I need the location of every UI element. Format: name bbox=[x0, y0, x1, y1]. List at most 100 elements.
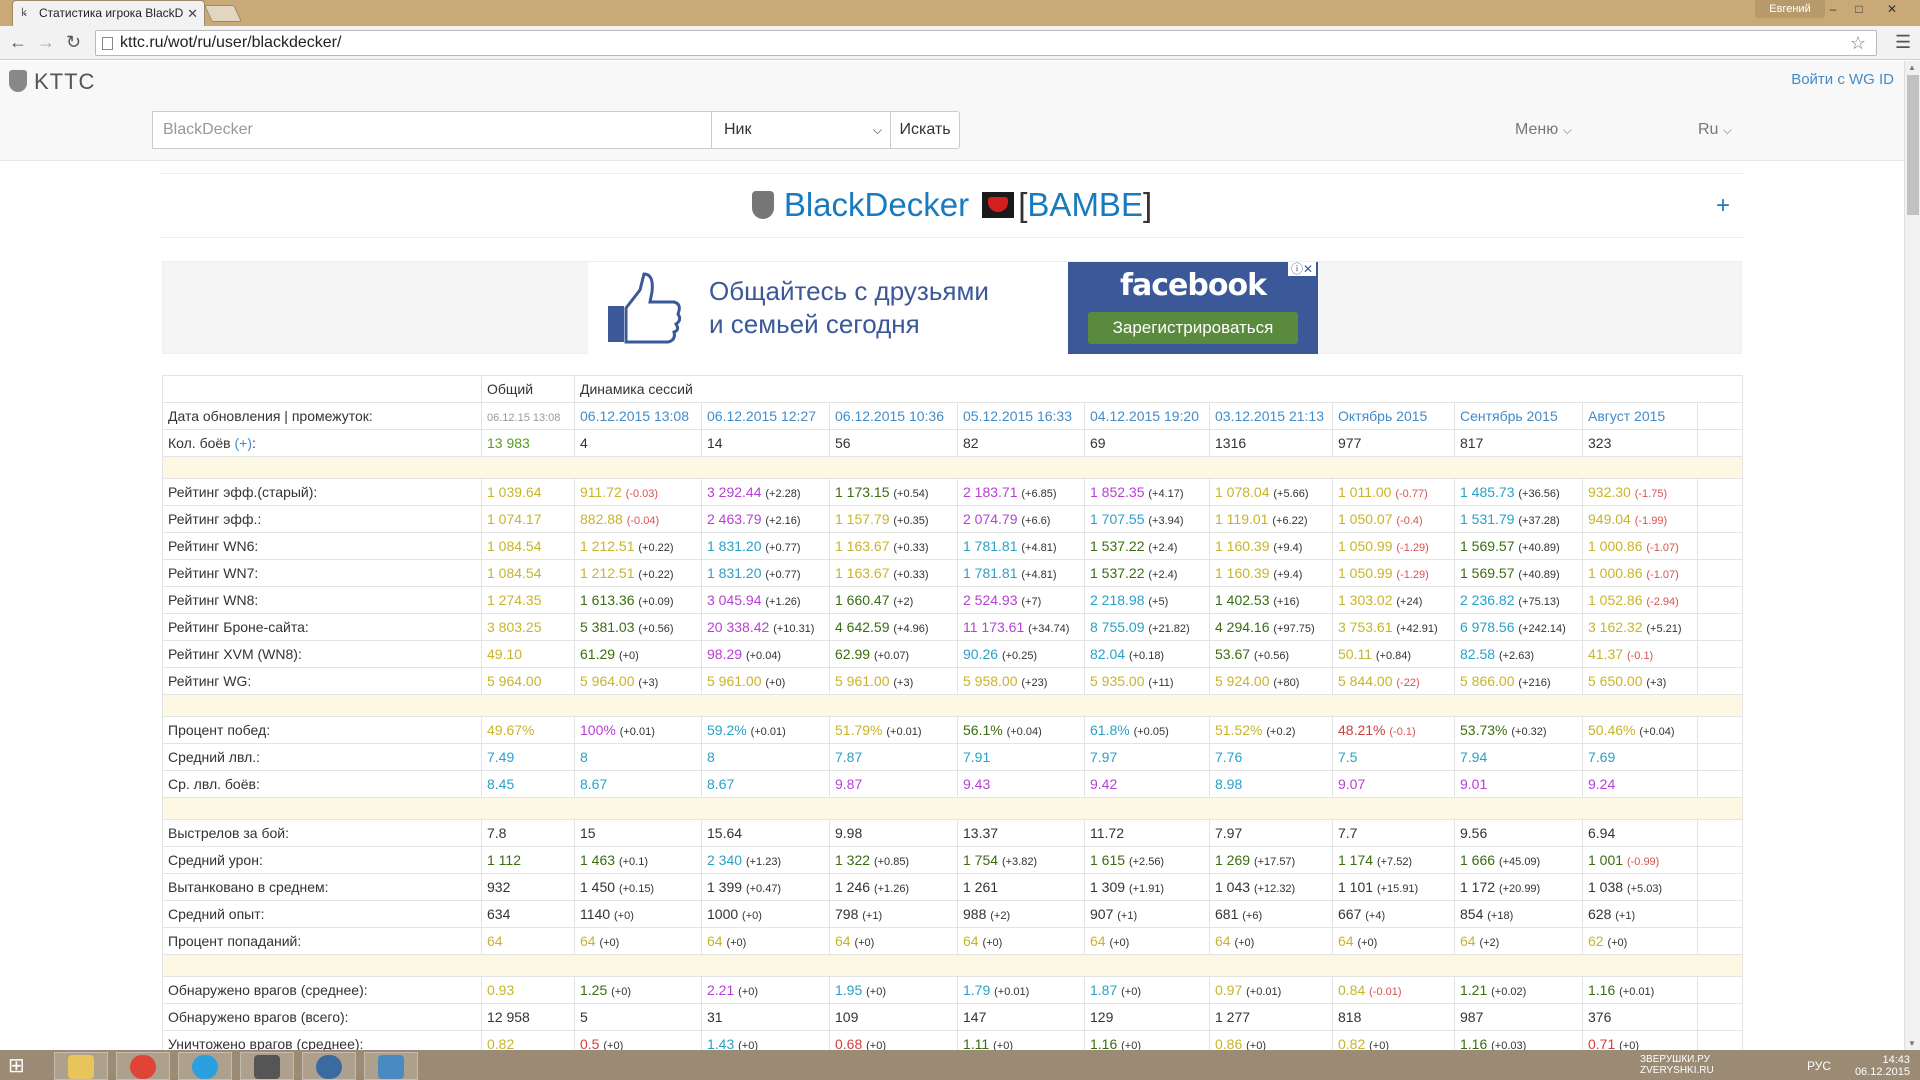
language-dropdown[interactable]: Ru ⌵ bbox=[1698, 121, 1732, 139]
add-player-button[interactable]: + bbox=[1716, 192, 1730, 220]
stat-value: 7.8 bbox=[487, 825, 507, 841]
stat-value: 8 bbox=[707, 749, 715, 765]
stat-value[interactable]: 06.12.2015 12:27 bbox=[707, 408, 816, 424]
scrollbar-thumb[interactable] bbox=[1907, 75, 1919, 215]
stat-delta: (+45.09) bbox=[1498, 856, 1541, 868]
language-label: Ru bbox=[1698, 121, 1719, 138]
stat-delta: (+4.81) bbox=[1021, 542, 1057, 554]
separator-cell bbox=[162, 954, 1743, 977]
ad-content[interactable]: Общайтесь с друзьями и семьей сегодня fac… bbox=[588, 262, 1318, 354]
ad-close-icon[interactable]: ⓘ✕ bbox=[1288, 262, 1316, 276]
stat-delta: (+0.2) bbox=[1266, 726, 1296, 738]
stat-value: 628 bbox=[1588, 906, 1612, 922]
stat-cell: 1.21 (+0.02) bbox=[1454, 976, 1583, 1004]
stat-cell: 50.46% (+0.04) bbox=[1582, 716, 1698, 744]
facebook-panel[interactable]: facebook Зарегистрироваться ⓘ✕ bbox=[1068, 262, 1318, 354]
row-label-text: Процент побед: bbox=[168, 722, 271, 738]
stat-value: 50.46% bbox=[1588, 722, 1636, 738]
reload-icon[interactable]: ↻ bbox=[66, 32, 81, 53]
stat-value: 5 961.00 bbox=[835, 673, 890, 689]
table-row: Выстрелов за бой: 7.8 15 15.64 9.98 13.37 11.7… bbox=[162, 819, 1743, 847]
search-type-select[interactable]: Ник ⌵ bbox=[711, 111, 891, 149]
windows-taskbar: ⊞ ЗВЕРУШКИ.РУ ZVERYSHKI.RU РУС 14:43 06.1… bbox=[0, 1050, 1920, 1080]
stat-cell: 59.2% (+0.01) bbox=[701, 716, 830, 744]
stat-cell: 64 (+0) bbox=[1209, 927, 1333, 955]
taskbar-chrome[interactable] bbox=[116, 1052, 170, 1080]
window-close-button[interactable]: ✕ bbox=[1872, 0, 1912, 18]
stat-delta: (+0.15) bbox=[618, 883, 655, 895]
input-language[interactable]: РУС bbox=[1807, 1059, 1831, 1073]
player-name[interactable]: BlackDecker bbox=[784, 186, 969, 223]
address-bar[interactable]: kttc.ru/wot/ru/user/blackdecker/ ☆ bbox=[95, 30, 1877, 56]
folder-icon bbox=[68, 1055, 94, 1079]
stat-value: 56 bbox=[835, 435, 851, 451]
stat-delta: (+0.02) bbox=[1491, 986, 1527, 998]
taskbar-teamspeak[interactable] bbox=[302, 1052, 356, 1080]
wg-login-link[interactable]: Войти с WG ID bbox=[1791, 71, 1894, 88]
stat-delta: (+2.4) bbox=[1148, 569, 1178, 581]
scroll-down-icon[interactable]: ▼ bbox=[1908, 1039, 1916, 1048]
stat-value: 9.98 bbox=[835, 825, 863, 841]
stat-value[interactable]: Октябрь 2015 bbox=[1338, 408, 1427, 424]
stat-delta: (+216) bbox=[1518, 677, 1551, 689]
stat-delta: (+0.1) bbox=[618, 856, 648, 868]
taskbar-explorer[interactable] bbox=[54, 1052, 108, 1080]
stat-cell: 82.04 (+0.18) bbox=[1084, 640, 1210, 668]
stat-value[interactable]: Август 2015 bbox=[1588, 408, 1665, 424]
row-label: Выстрелов за бой: bbox=[162, 819, 482, 847]
register-button[interactable]: Зарегистрироваться bbox=[1088, 312, 1298, 344]
expand-battles-link[interactable]: (+) bbox=[235, 435, 253, 451]
row-label-text: Рейтинг Броне-сайта: bbox=[168, 619, 309, 635]
minimize-button[interactable]: – bbox=[1820, 0, 1846, 18]
stat-value[interactable]: Сентябрь 2015 bbox=[1460, 408, 1558, 424]
stat-delta: (+15.91) bbox=[1376, 883, 1419, 895]
profile-badge[interactable]: Евгений bbox=[1755, 0, 1825, 18]
stat-cell: 1 160.39 (+9.4) bbox=[1209, 532, 1333, 560]
stat-delta: (-2.94) bbox=[1646, 596, 1679, 608]
stat-cell: 03.12.2015 21:13 bbox=[1209, 402, 1333, 430]
stat-cell: 2 074.79 (+6.6) bbox=[957, 505, 1085, 533]
search-input[interactable]: BlackDecker bbox=[152, 111, 712, 149]
stat-value[interactable]: 04.12.2015 19:20 bbox=[1090, 408, 1199, 424]
back-arrow-icon[interactable]: ← bbox=[9, 32, 27, 53]
stat-cell: 949.04 (-1.99) bbox=[1582, 505, 1698, 533]
row-label-text: Средний урон: bbox=[168, 852, 263, 868]
stat-delta: (+34.74) bbox=[1028, 623, 1070, 635]
taskbar-photos[interactable] bbox=[364, 1052, 418, 1080]
site-logo[interactable]: KTTC bbox=[9, 69, 95, 95]
stat-cell: 2 524.93 (+7) bbox=[957, 586, 1085, 614]
stat-cell: 817 bbox=[1454, 429, 1583, 457]
taskbar-skype[interactable] bbox=[178, 1052, 232, 1080]
browser-menu-icon[interactable]: ☰ bbox=[1895, 32, 1911, 53]
windows-start-icon[interactable]: ⊞ bbox=[8, 1055, 38, 1077]
search-button[interactable]: Искать bbox=[890, 111, 960, 149]
stat-value: 1 163.67 bbox=[835, 565, 890, 581]
maximize-button[interactable]: □ bbox=[1846, 0, 1872, 18]
stat-cell: 48.21% (-0.1) bbox=[1332, 716, 1455, 744]
taskbar-wot[interactable] bbox=[240, 1052, 294, 1080]
stat-value: 1.25 bbox=[580, 982, 608, 998]
system-clock[interactable]: 14:43 06.12.2015 bbox=[1855, 1054, 1910, 1078]
teamspeak-icon bbox=[316, 1055, 342, 1079]
scroll-up-icon[interactable]: ▲ bbox=[1908, 63, 1916, 72]
tab-close-icon[interactable]: ✕ bbox=[187, 1, 198, 26]
forward-arrow-icon[interactable]: → bbox=[37, 32, 55, 53]
stat-cell: 1 274.35 bbox=[481, 586, 575, 614]
page-scrollbar[interactable]: ▲ ▼ bbox=[1904, 61, 1920, 1050]
stat-value: 0.93 bbox=[487, 982, 515, 998]
menu-dropdown[interactable]: Меню ⌵ bbox=[1515, 121, 1572, 139]
clan-tag[interactable]: BAMBE bbox=[1027, 186, 1143, 223]
stat-value[interactable]: 06.12.2015 13:08 bbox=[580, 408, 689, 424]
new-tab-button[interactable] bbox=[204, 5, 242, 22]
bookmark-star-icon[interactable]: ☆ bbox=[1850, 31, 1866, 55]
stat-value[interactable]: 06.12.2015 10:36 bbox=[835, 408, 944, 424]
stat-value[interactable]: 03.12.2015 21:13 bbox=[1215, 408, 1324, 424]
row-label: Обнаружено врагов (всего): bbox=[162, 1003, 482, 1031]
browser-tab-strip: ꝃ Статистика игрока BlackD ✕ Евгений – □… bbox=[0, 0, 1920, 26]
stat-value[interactable]: 05.12.2015 16:33 bbox=[963, 408, 1072, 424]
row-label: Рейтинг Броне-сайта: bbox=[162, 613, 482, 641]
row-pad bbox=[1697, 927, 1743, 955]
browser-tab-active[interactable]: ꝃ Статистика игрока BlackD ✕ bbox=[12, 0, 205, 26]
stat-cell: 932.30 (-1.75) bbox=[1582, 478, 1698, 506]
stat-value: 1 537.22 bbox=[1090, 565, 1145, 581]
